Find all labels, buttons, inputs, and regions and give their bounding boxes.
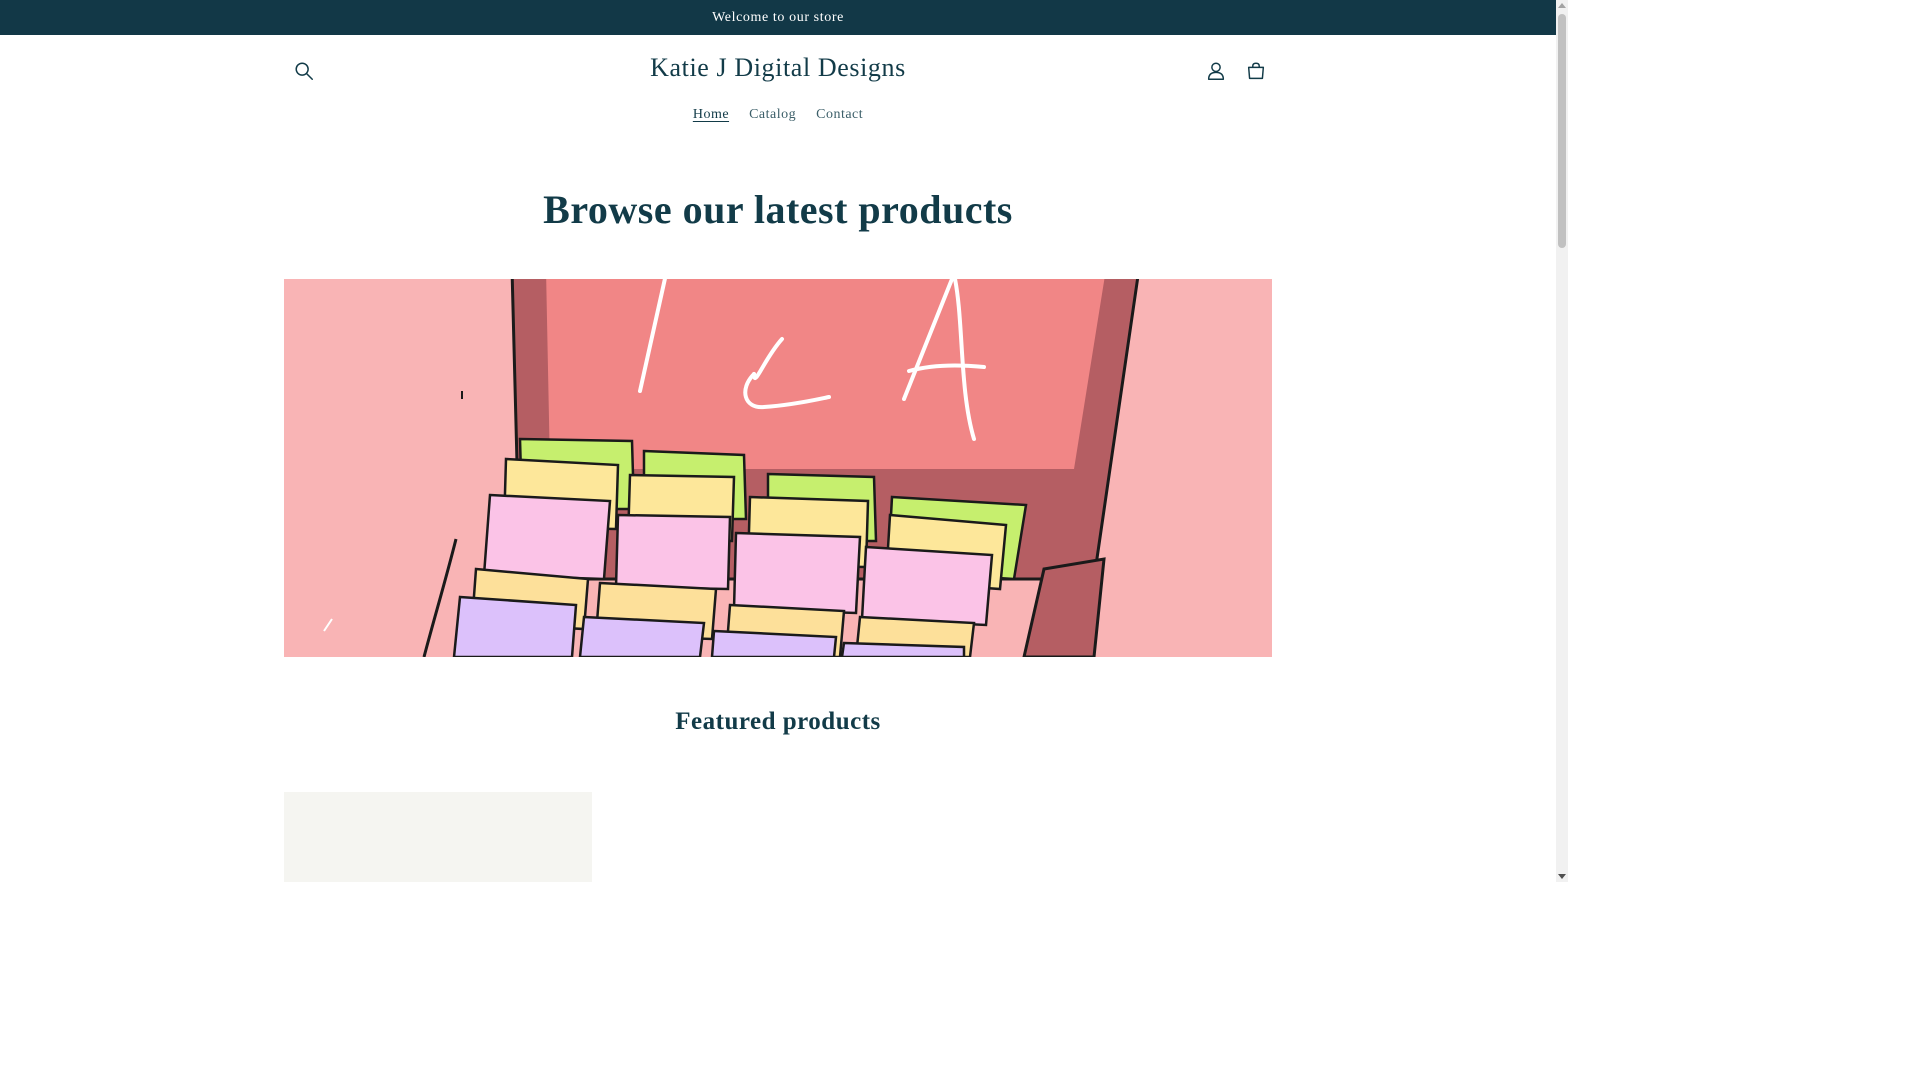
- page-scrollbar[interactable]: [1556, 0, 1568, 882]
- site-header: Katie J Digital Designs Home Catalog Con…: [0, 35, 1556, 145]
- announcement-bar: Welcome to our store: [0, 0, 1556, 35]
- nav-contact[interactable]: Contact: [806, 107, 873, 123]
- product-card[interactable]: [284, 792, 592, 882]
- logo-link[interactable]: Katie J Digital Designs: [650, 53, 906, 82]
- scroll-down-arrow-icon[interactable]: [1558, 874, 1566, 879]
- nav-catalog[interactable]: Catalog: [739, 107, 806, 123]
- account-button[interactable]: [1196, 51, 1236, 91]
- hero-image[interactable]: [284, 279, 1272, 657]
- announcement-text: Welcome to our store: [712, 9, 844, 25]
- nav-home[interactable]: Home: [683, 107, 739, 123]
- featured-products-heading: Featured products: [675, 708, 881, 735]
- tea-box-illustration: [284, 279, 1272, 657]
- cart-button[interactable]: [1236, 51, 1276, 91]
- page-title: Browse our latest products: [543, 187, 1013, 232]
- site-logo: Katie J Digital Designs: [0, 53, 1556, 83]
- main-nav: Home Catalog Contact: [0, 107, 1556, 123]
- cart-icon: [1247, 62, 1265, 80]
- account-icon: [1207, 62, 1225, 80]
- scroll-up-arrow-icon[interactable]: [1558, 3, 1566, 8]
- scroll-thumb[interactable]: [1558, 14, 1566, 248]
- page: Welcome to our store Katie J Digital Des…: [0, 0, 1568, 882]
